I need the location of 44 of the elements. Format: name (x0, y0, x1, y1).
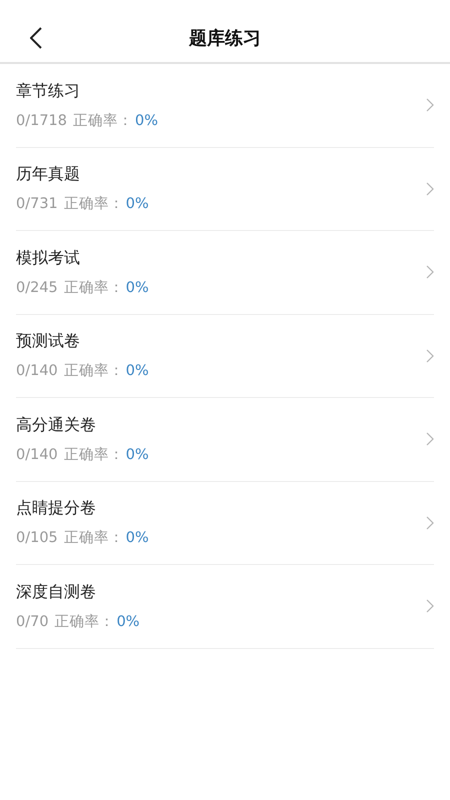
chevron-right-icon (426, 182, 434, 196)
chevron-right-icon (426, 599, 434, 614)
item-title: 历年真题 (16, 164, 81, 186)
list-item[interactable]: 预测试卷 0/140 正确率：0% (16, 314, 434, 398)
progress-count: 0/245 (16, 280, 58, 296)
list-item[interactable]: 点睛提分卷 0/105 正确率：0% (16, 482, 434, 565)
progress-count: 0/140 (16, 446, 58, 463)
item-title: 深度自测卷 (16, 582, 97, 603)
chevron-right-icon (426, 348, 434, 363)
page-title: 题库练习 (189, 27, 261, 50)
accuracy-value: 0% (126, 363, 149, 380)
progress-count: 0/1718 (16, 112, 68, 129)
accuracy-value: 0% (135, 112, 158, 129)
item-title: 点睛提分卷 (16, 498, 97, 520)
accuracy-label: 正确率： (54, 612, 115, 631)
accuracy-value: 0% (126, 446, 149, 463)
progress-count: 0/70 (16, 614, 49, 630)
progress-count: 0/105 (16, 530, 58, 546)
list-item[interactable]: 高分通关卷 0/140 正确率：0% (16, 398, 434, 482)
chevron-right-icon (426, 516, 434, 530)
accuracy-value: 0% (126, 280, 149, 296)
accuracy-label: 正确率： (64, 362, 124, 380)
accuracy-value: 0% (126, 196, 149, 212)
list-item[interactable]: 章节练习 0/1718 正确率：0% (16, 64, 434, 148)
back-icon[interactable] (30, 27, 42, 49)
accuracy-label: 正确率： (64, 278, 124, 297)
list-item[interactable]: 历年真题 0/731 正确率：0% (16, 148, 434, 231)
accuracy-label: 正确率： (64, 528, 124, 548)
item-title: 高分通关卷 (16, 414, 97, 436)
progress-count: 0/140 (16, 363, 58, 380)
list-item[interactable]: 深度自测卷 0/70 正确率：0% (16, 565, 434, 648)
chevron-right-icon (426, 265, 434, 280)
item-title: 预测试卷 (16, 331, 81, 352)
chevron-right-icon (426, 432, 434, 446)
accuracy-label: 正确率： (73, 112, 134, 130)
accuracy-label: 正确率： (64, 194, 124, 214)
list-item[interactable]: 模拟考试 0/245 正确率：0% (16, 231, 434, 314)
accuracy-value: 0% (116, 614, 140, 630)
chevron-right-icon (426, 98, 434, 112)
item-title: 章节练习 (16, 80, 81, 102)
progress-count: 0/731 (16, 196, 58, 212)
item-title: 模拟考试 (16, 248, 81, 269)
accuracy-value: 0% (126, 530, 149, 546)
accuracy-label: 正确率： (64, 446, 124, 464)
